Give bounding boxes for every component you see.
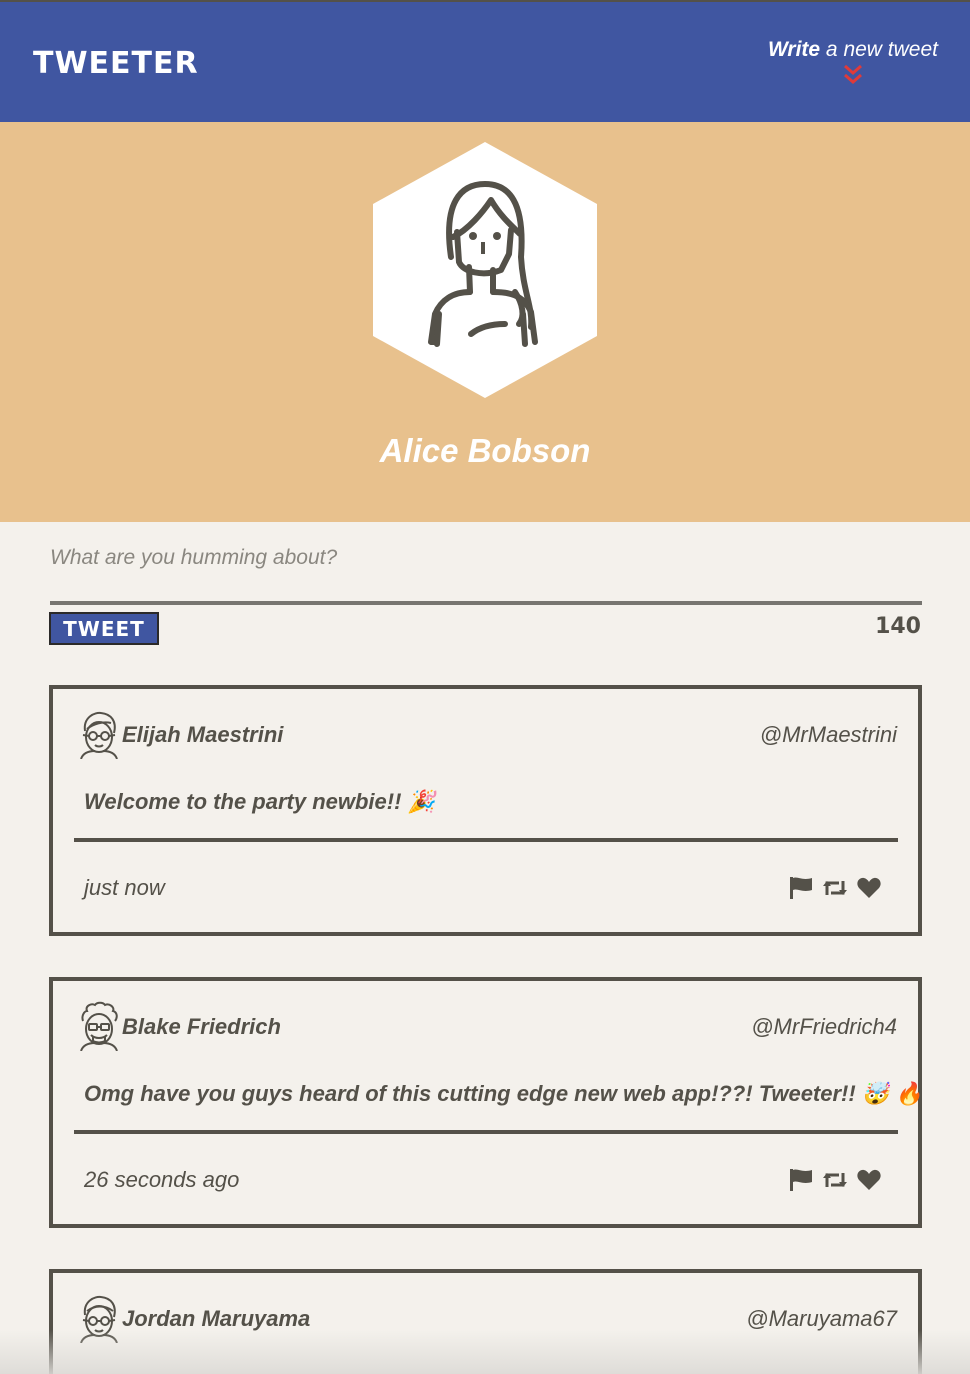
- profile-banner: Alice Bobson: [0, 122, 970, 522]
- tweet-author: Elijah Maestrini: [122, 722, 284, 747]
- tweet-handle[interactable]: @MrFriedrich4: [751, 1014, 897, 1040]
- tweet-divider: [74, 1130, 898, 1134]
- tweet-card: Blake Friedrich @MrFriedrich4 Omg have y…: [49, 977, 923, 1228]
- flag-icon[interactable]: [788, 875, 814, 901]
- tweet-divider: [74, 838, 898, 842]
- composer-divider: [50, 601, 922, 605]
- character-counter: 140: [875, 614, 921, 639]
- tweet-compose-input[interactable]: [50, 540, 920, 576]
- tweet-handle[interactable]: @MrMaestrini: [760, 722, 897, 748]
- tweet-actions: [788, 875, 882, 901]
- heart-icon[interactable]: [856, 875, 882, 901]
- heart-icon[interactable]: [856, 1167, 882, 1193]
- tweet-timestamp: 26 seconds ago: [84, 1167, 240, 1192]
- profile-name: Alice Bobson: [379, 432, 591, 469]
- write-new-tweet-toggle[interactable]: Write a new tweet: [768, 38, 938, 86]
- tweet-submit-button[interactable]: TWEET: [49, 612, 159, 645]
- profile-avatar: [373, 142, 597, 398]
- tweet-content: Omg have you guys heard of this cutting …: [84, 1081, 923, 1106]
- double-chevron-down-icon[interactable]: [768, 64, 938, 86]
- tweet-timestamp: just now: [84, 875, 165, 900]
- avatar: [80, 1001, 118, 1051]
- retweet-icon[interactable]: [822, 1167, 848, 1193]
- tweet-handle[interactable]: @Maruyama67: [746, 1306, 897, 1332]
- avatar: [80, 711, 118, 759]
- tweet-author: Blake Friedrich: [122, 1014, 281, 1039]
- retweet-icon[interactable]: [822, 875, 848, 901]
- tweet-author: Jordan Maruyama: [122, 1306, 311, 1331]
- compose-toggle-strong: Write: [767, 38, 821, 61]
- brand-logo[interactable]: TWEETER: [33, 46, 199, 81]
- flag-icon[interactable]: [788, 1167, 814, 1193]
- bottom-fade: [0, 1330, 970, 1374]
- tweet-card: Elijah Maestrini @MrMaestrini Welcome to…: [49, 685, 922, 936]
- top-nav: TWEETER Write a new tweet: [0, 0, 970, 122]
- compose-toggle-rest: a new tweet: [820, 38, 938, 61]
- tweet-actions: [788, 1167, 882, 1193]
- tweet-content: Welcome to the party newbie!! 🎉: [84, 789, 435, 814]
